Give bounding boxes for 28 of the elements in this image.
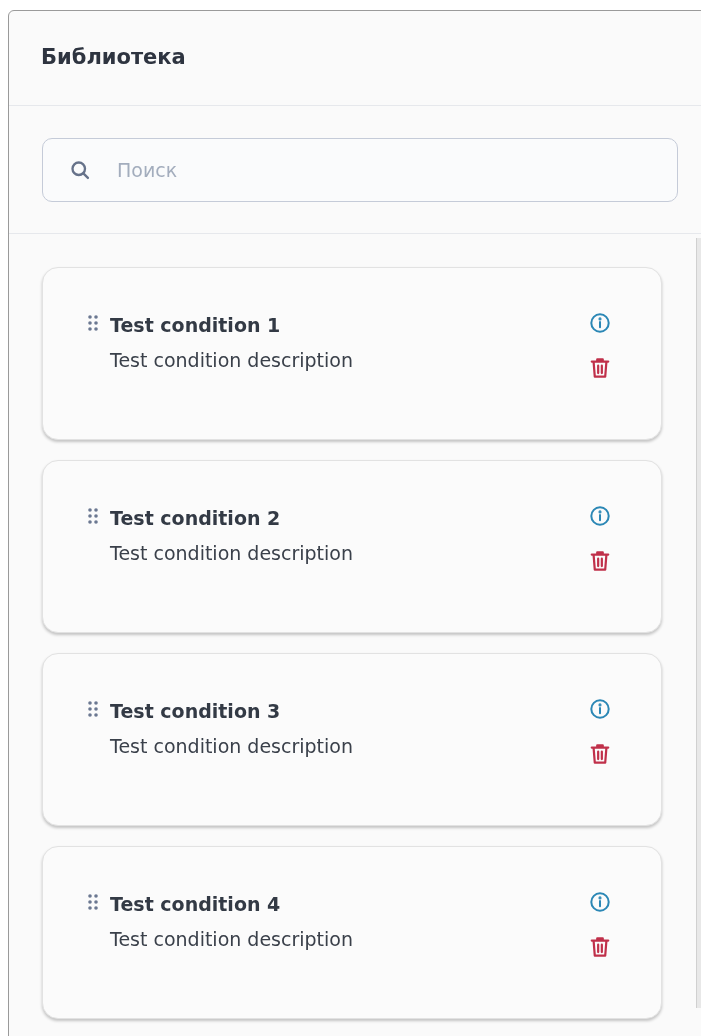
trash-icon[interactable]: [589, 935, 611, 959]
condition-card[interactable]: Test condition 2 Test condition description: [42, 460, 662, 633]
info-icon[interactable]: [589, 891, 611, 913]
search-field[interactable]: Поиск: [42, 137, 678, 202]
drag-handle-icon[interactable]: [88, 701, 98, 717]
trash-icon[interactable]: [589, 549, 611, 573]
trash-icon[interactable]: [589, 742, 611, 766]
condition-title: Test condition 3: [110, 699, 282, 724]
condition-card[interactable]: Test condition 3 Test condition description: [42, 653, 662, 826]
condition-card[interactable]: Test condition 4 Test condition description: [42, 846, 662, 1019]
search-icon: [70, 159, 90, 180]
condition-description: Test condition description: [110, 734, 353, 759]
drag-handle-icon[interactable]: [88, 508, 98, 524]
condition-title: Test condition 1: [110, 313, 282, 338]
scrollbar[interactable]: [696, 238, 701, 1008]
trash-icon[interactable]: [589, 356, 611, 380]
info-icon[interactable]: [589, 505, 611, 527]
condition-title: Test condition 2: [110, 506, 282, 531]
condition-card[interactable]: Test condition 1 Test condition description: [42, 267, 662, 440]
drag-handle-icon[interactable]: [88, 894, 98, 910]
panel-title: Библиотека: [41, 44, 186, 72]
condition-title: Test condition 4: [110, 892, 282, 917]
info-icon[interactable]: [589, 312, 611, 334]
drag-handle-icon[interactable]: [88, 315, 98, 331]
condition-description: Test condition description: [110, 348, 353, 373]
condition-description: Test condition description: [110, 927, 353, 952]
info-icon[interactable]: [589, 698, 611, 720]
condition-description: Test condition description: [110, 541, 353, 566]
